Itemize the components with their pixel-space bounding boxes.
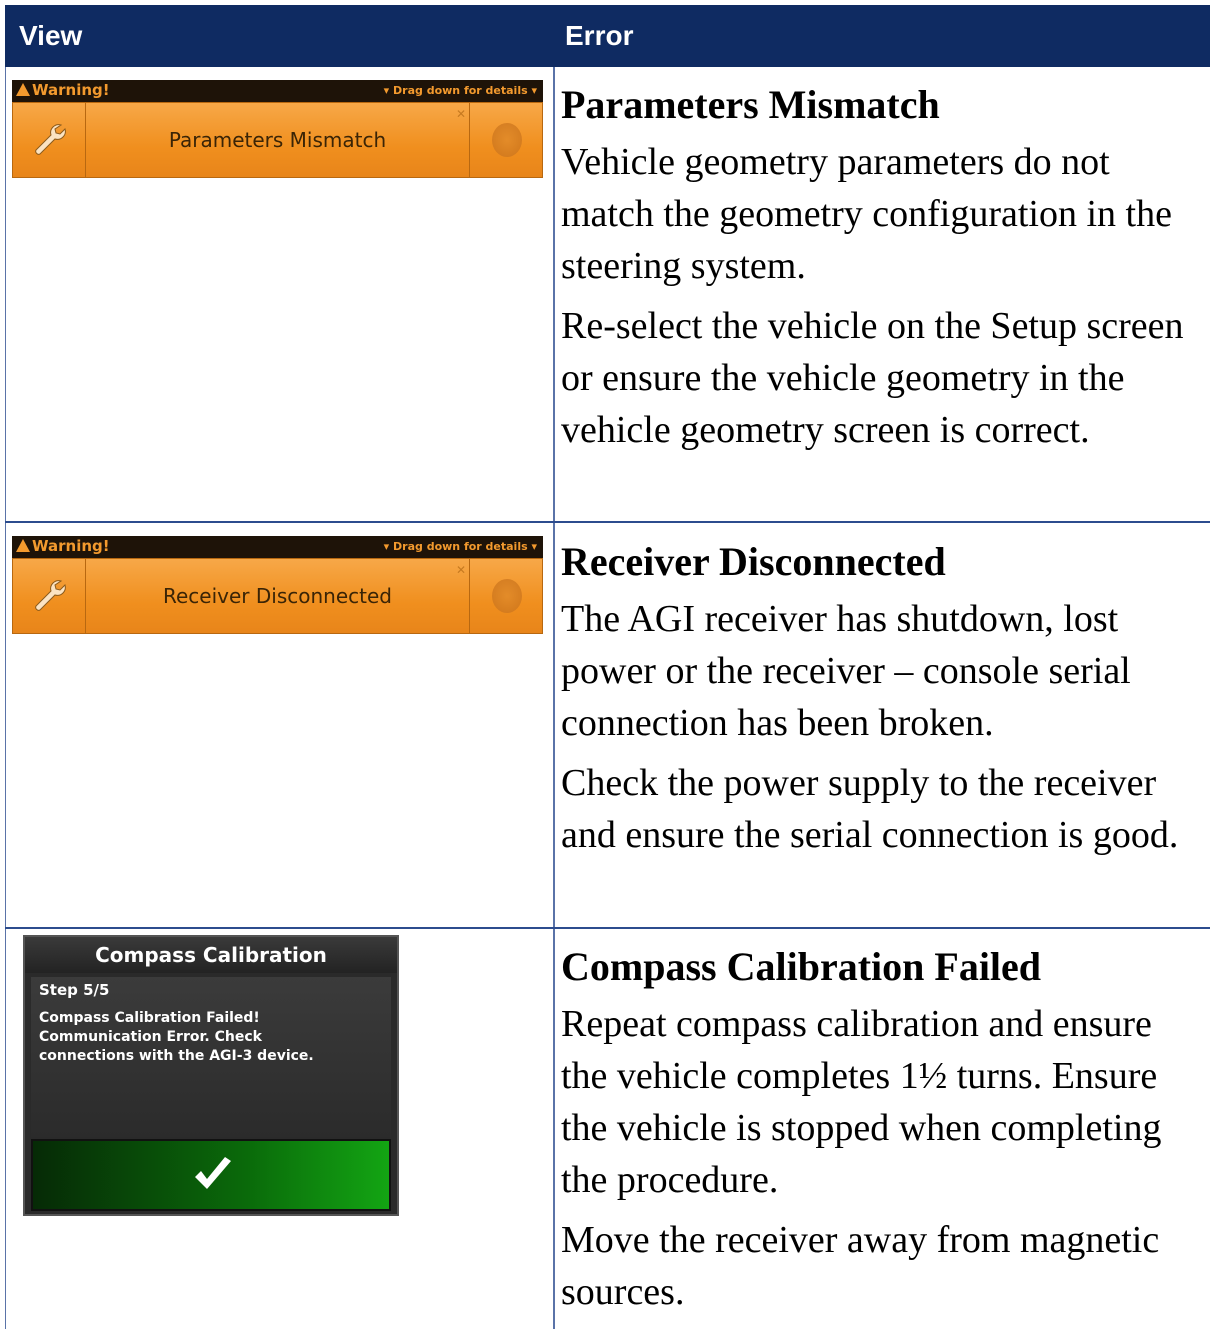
row-divider (5, 927, 1210, 929)
header-error: Error (565, 20, 634, 51)
error-title: Compass Calibration Failed (561, 944, 1042, 989)
column-divider (553, 67, 555, 1329)
warning-banner-body: Receiver Disconnected ✕ (12, 558, 543, 634)
error-paragraph: Check the power supply to the receiver a… (561, 762, 1179, 856)
warning-banner[interactable]: Warning! ▾ Drag down for details ▾ Recei… (12, 536, 543, 634)
error-description: Receiver Disconnected The AGI receiver h… (561, 537, 1201, 861)
close-x-icon[interactable]: ✕ (456, 563, 466, 577)
sound-icon[interactable] (469, 559, 542, 633)
warning-banner-header: Warning! ▾ Drag down for details ▾ (12, 536, 543, 558)
close-x-icon[interactable]: ✕ (456, 107, 466, 121)
dialog-title: Compass Calibration (25, 937, 397, 973)
warning-triangle-icon (16, 539, 30, 552)
dialog-panel: Step 5/5 Compass Calibration Failed! Com… (31, 977, 391, 1137)
header-view: View (19, 20, 83, 51)
wrench-icon[interactable] (13, 559, 86, 633)
confirm-button[interactable] (31, 1139, 391, 1211)
warning-message: Receiver Disconnected (163, 584, 392, 608)
step-indicator: Step 5/5 (39, 981, 110, 999)
dialog-message: Compass Calibration Failed! Communicatio… (39, 1009, 379, 1066)
error-paragraph: The AGI receiver has shutdown, lost powe… (561, 598, 1131, 744)
warning-banner-body: Parameters Mismatch ✕ (12, 102, 543, 178)
dialog-line: connections with the AGI-3 device. (39, 1048, 314, 1064)
dialog-line: Communication Error. Check (39, 1029, 262, 1045)
error-paragraph: Re-select the vehicle on the Setup scree… (561, 305, 1184, 451)
warning-triangle-icon (16, 83, 30, 96)
compass-calibration-dialog: Compass Calibration Step 5/5 Compass Cal… (23, 935, 399, 1216)
error-title: Receiver Disconnected (561, 539, 946, 584)
dialog-line: Compass Calibration Failed! (39, 1010, 260, 1026)
table-left-border (5, 67, 6, 1329)
warning-banner-header: Warning! ▾ Drag down for details ▾ (12, 80, 543, 102)
warning-message: Parameters Mismatch (168, 128, 387, 152)
error-paragraph: Move the receiver away from magnetic sou… (561, 1219, 1160, 1313)
error-description: Compass Calibration Failed Repeat compas… (561, 942, 1201, 1318)
wrench-icon[interactable] (13, 103, 86, 177)
drag-hint[interactable]: ▾ Drag down for details ▾ (384, 540, 537, 553)
warning-heading: Warning! (32, 537, 110, 555)
checkmark-icon (195, 1157, 231, 1189)
error-title: Parameters Mismatch (561, 82, 940, 127)
warning-banner[interactable]: Warning! ▾ Drag down for details ▾ Param… (12, 80, 543, 178)
drag-hint[interactable]: ▾ Drag down for details ▾ (384, 84, 537, 97)
error-paragraph: Vehicle geometry parameters do not match… (561, 141, 1172, 287)
error-description: Parameters Mismatch Vehicle geometry par… (561, 80, 1201, 456)
row-divider (5, 521, 1210, 523)
sound-icon[interactable] (469, 103, 542, 177)
table-header: View Error (5, 5, 1210, 67)
warning-heading: Warning! (32, 81, 110, 99)
error-paragraph: Repeat compass calibration and ensure th… (561, 1003, 1162, 1201)
